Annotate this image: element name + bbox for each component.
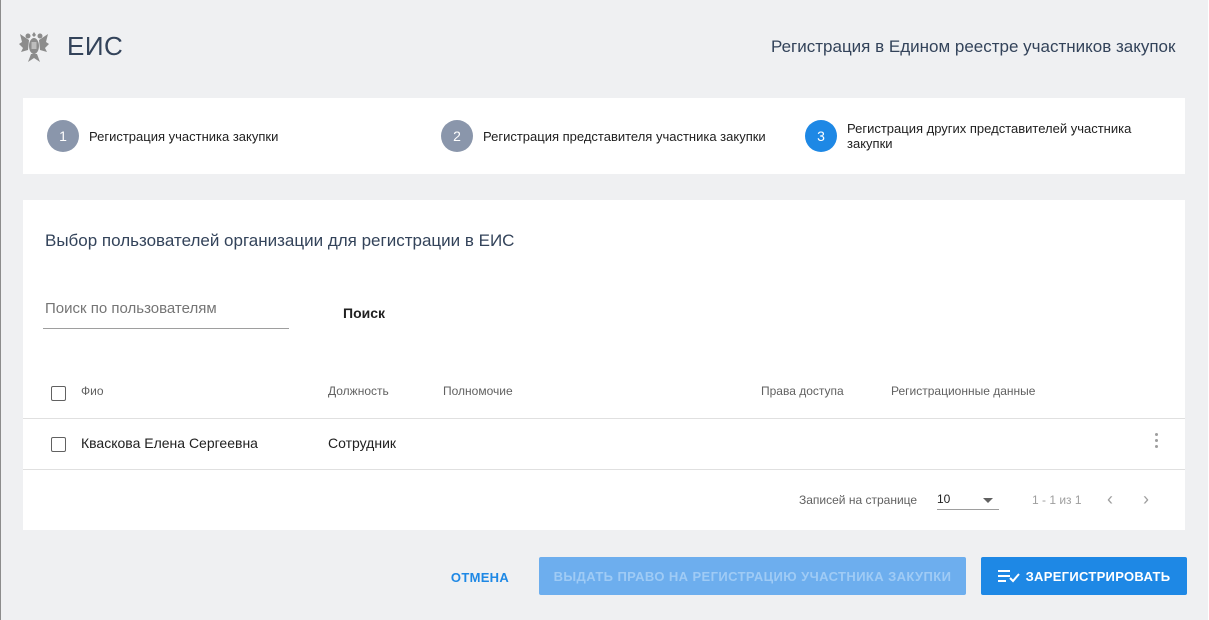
page-size-value: 10 xyxy=(937,492,951,506)
column-header-authority[interactable]: Полномочие xyxy=(443,384,513,398)
list-check-icon xyxy=(997,570,1020,583)
step-1-number: 1 xyxy=(47,120,79,152)
row-name: Кваскова Елена Сергеевна xyxy=(81,435,258,451)
row-checkbox[interactable] xyxy=(51,437,66,452)
row-position: Сотрудник xyxy=(328,435,397,451)
users-card: Выбор пользователей организации для реги… xyxy=(23,200,1185,530)
row-menu-icon[interactable] xyxy=(1155,433,1159,448)
search-field xyxy=(43,300,291,329)
pagination: Записей на странице 10 1 - 1 из 1 ‹ › xyxy=(23,470,1185,528)
chevron-right-icon[interactable]: › xyxy=(1143,490,1149,508)
app-window: ЕИС Регистрация в Едином реестре участни… xyxy=(0,0,1208,620)
step-3: 3 Регистрация других представителей учас… xyxy=(805,98,1165,174)
page-size-select[interactable]: 10 xyxy=(937,489,999,510)
table-row[interactable]: Кваскова Елена Сергеевна Сотрудник xyxy=(23,419,1185,470)
chevron-left-icon[interactable]: ‹ xyxy=(1107,490,1113,508)
select-all-checkbox[interactable] xyxy=(51,386,66,401)
dropdown-arrow-icon xyxy=(983,498,993,503)
search-button[interactable]: Поиск xyxy=(343,305,385,321)
page-title: Регистрация в Едином реестре участников … xyxy=(771,37,1176,56)
section-title: Выбор пользователей организации для реги… xyxy=(45,231,515,250)
register-button-label: ЗАРЕГИСТРИРОВАТЬ xyxy=(1025,568,1171,584)
emblem-logo-icon xyxy=(19,32,49,62)
column-header-name[interactable]: Фио xyxy=(81,384,104,398)
registration-stepper: 1 Регистрация участника закупки 2 Регист… xyxy=(23,98,1185,174)
step-3-number: 3 xyxy=(805,120,837,152)
step-1-label: Регистрация участника закупки xyxy=(89,128,279,144)
step-2-label: Регистрация представителя участника заку… xyxy=(483,128,766,144)
table-header: Фио Должность Полномочие Права доступа Р… xyxy=(23,370,1185,419)
grant-registration-right-button[interactable]: ВЫДАТЬ ПРАВО НА РЕГИСТРАЦИЮ УЧАСТНИКА ЗА… xyxy=(539,557,966,595)
step-2: 2 Регистрация представителя участника за… xyxy=(441,98,766,174)
step-1: 1 Регистрация участника закупки xyxy=(47,98,278,174)
column-header-access[interactable]: Права доступа xyxy=(761,384,844,398)
page-size-label: Записей на странице xyxy=(799,493,918,507)
column-header-reg-data[interactable]: Регистрационные данные xyxy=(891,384,1035,398)
page-range: 1 - 1 из 1 xyxy=(1032,493,1082,507)
cancel-button[interactable]: ОТМЕНА xyxy=(439,559,521,595)
step-3-label: Регистрация других представителей участн… xyxy=(847,121,1132,151)
column-header-position[interactable]: Должность xyxy=(328,384,389,398)
header: ЕИС Регистрация в Едином реестре участни… xyxy=(1,0,1208,90)
search-input[interactable] xyxy=(43,300,291,317)
register-button[interactable]: ЗАРЕГИСТРИРОВАТЬ xyxy=(981,557,1187,595)
app-name: ЕИС xyxy=(67,31,124,61)
step-2-number: 2 xyxy=(441,120,473,152)
